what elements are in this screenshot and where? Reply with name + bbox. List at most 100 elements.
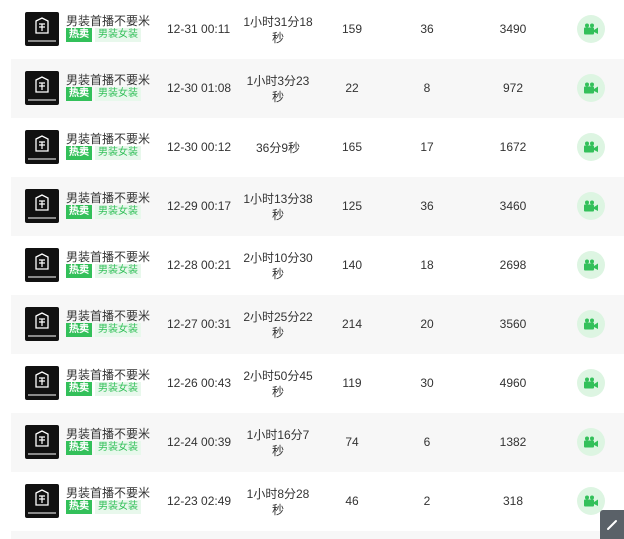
table-row: 男装首播不要米 热卖 男装女装 12-31 00:11 1小时31分18秒 159 36 34… [11,0,624,59]
video-camera-icon [584,200,598,212]
metric-1: 159 [341,22,363,36]
metric-2: 6 [423,435,431,449]
category-tag: 男装女装 [95,500,141,514]
shop-logo-icon [35,17,49,34]
start-time: 12-26 00:43 [167,376,232,390]
shop-avatar[interactable] [25,130,59,164]
view-replay-button[interactable] [577,369,605,397]
table-row: 男装首播不要米 热卖 男装女装 12-24 00:39 1小时16分7秒 74 6 1382 [11,413,624,472]
metric-1: 214 [341,317,363,331]
shop-avatar[interactable] [25,248,59,282]
hot-tag: 热卖 [66,146,92,160]
metric-1: 165 [341,140,363,154]
logo-caption [28,99,56,101]
shop-name[interactable]: 男装首播不要米 [66,71,150,88]
view-replay-button[interactable] [577,192,605,220]
shop-logo-icon [35,135,49,152]
shop-avatar[interactable] [25,189,59,223]
metric-2: 17 [420,140,434,154]
shop-logo-icon [35,489,49,506]
start-time: 12-30 00:12 [167,140,232,154]
hot-tag: 热卖 [66,441,92,455]
shop-name[interactable]: 男装首播不要米 [66,130,150,147]
category-tag: 男装女装 [95,146,141,160]
live-duration: 1小时3分23秒 [246,73,310,104]
shop-avatar[interactable] [25,484,59,518]
category-tag: 男装女装 [95,87,141,101]
view-replay-button[interactable] [577,74,605,102]
hot-tag: 热卖 [66,323,92,337]
start-time: 12-24 00:39 [167,435,232,449]
start-time: 12-29 00:17 [167,199,232,213]
start-time: 12-31 00:11 [167,22,231,36]
shop-logo-icon [35,253,49,270]
view-replay-button[interactable] [577,133,605,161]
video-camera-icon [584,377,598,389]
hot-tag: 热卖 [66,264,92,278]
shop-name[interactable]: 男装首播不要米 [66,189,150,206]
live-duration: 2小时25分22秒 [243,309,313,340]
category-tag: 男装女装 [95,382,141,396]
shop-name[interactable]: 男装首播不要米 [66,484,150,501]
table-row: 男装首播不要米 热卖 男装女装 12-30 00:12 36分9秒 165 17 1672 [11,118,624,177]
video-camera-icon [584,141,598,153]
metric-2: 18 [420,258,434,272]
metric-1: 125 [341,199,363,213]
start-time: 12-30 01:08 [167,81,232,95]
shop-avatar[interactable] [25,366,59,400]
metric-1: 22 [345,81,359,95]
live-duration: 2小时10分30秒 [243,250,313,281]
video-camera-icon [584,82,598,94]
metric-2: 36 [420,22,434,36]
view-replay-button[interactable] [577,428,605,456]
start-time: 12-27 00:31 [167,317,232,331]
logo-caption [28,40,56,42]
shop-name[interactable]: 男装首播不要米 [66,425,150,442]
metric-1: 119 [342,376,362,390]
shop-name[interactable]: 男装首播不要米 [66,248,150,265]
category-tag: 男装女装 [95,264,141,278]
shop-name[interactable]: 男装首播不要米 [66,307,150,324]
metric-2: 36 [420,199,434,213]
shop-name[interactable]: 男装首播不要米 [66,366,150,383]
live-duration: 2小时50分45秒 [243,368,313,399]
category-tag: 男装女装 [95,28,141,42]
shop-logo-icon [35,430,49,447]
view-replay-button[interactable] [577,15,605,43]
next-row-partial [11,531,624,539]
metric-3: 1672 [499,140,527,154]
video-camera-icon [584,318,598,330]
video-camera-icon [584,495,598,507]
live-duration: 1小时16分7秒 [246,427,310,458]
metric-2: 20 [420,317,434,331]
logo-caption [28,512,56,514]
live-duration: 1小时31分18秒 [243,14,313,45]
metric-1: 74 [345,435,359,449]
metric-3: 2698 [499,258,527,272]
shop-avatar[interactable] [25,12,59,46]
view-replay-button[interactable] [577,251,605,279]
shop-logo-icon [35,194,49,211]
start-time: 12-28 00:21 [167,258,232,272]
metric-1: 46 [345,494,359,508]
metric-2: 8 [423,81,431,95]
shop-name[interactable]: 男装首播不要米 [66,12,150,29]
logo-caption [28,158,56,160]
category-tag: 男装女装 [95,323,141,337]
start-time: 12-23 02:49 [167,494,232,508]
table-row: 男装首播不要米 热卖 男装女装 12-28 00:21 2小时10分30秒 140 18 26… [11,236,624,295]
table-row: 男装首播不要米 热卖 男装女装 12-26 00:43 2小时50分45秒 119 30 49… [11,354,624,413]
table-row: 男装首播不要米 热卖 男装女装 12-29 00:17 1小时13分38秒 125 36 34… [11,177,624,236]
view-replay-button[interactable] [577,310,605,338]
scroll-to-top-button[interactable] [600,510,624,539]
metric-3: 3460 [499,199,527,213]
metric-2: 2 [423,494,431,508]
live-duration: 1小时8分28秒 [246,486,310,517]
hot-tag: 热卖 [66,87,92,101]
metric-3: 1382 [499,435,527,449]
video-camera-icon [584,23,598,35]
shop-avatar[interactable] [25,71,59,105]
shop-logo-icon [35,371,49,388]
shop-avatar[interactable] [25,425,59,459]
shop-avatar[interactable] [25,307,59,341]
